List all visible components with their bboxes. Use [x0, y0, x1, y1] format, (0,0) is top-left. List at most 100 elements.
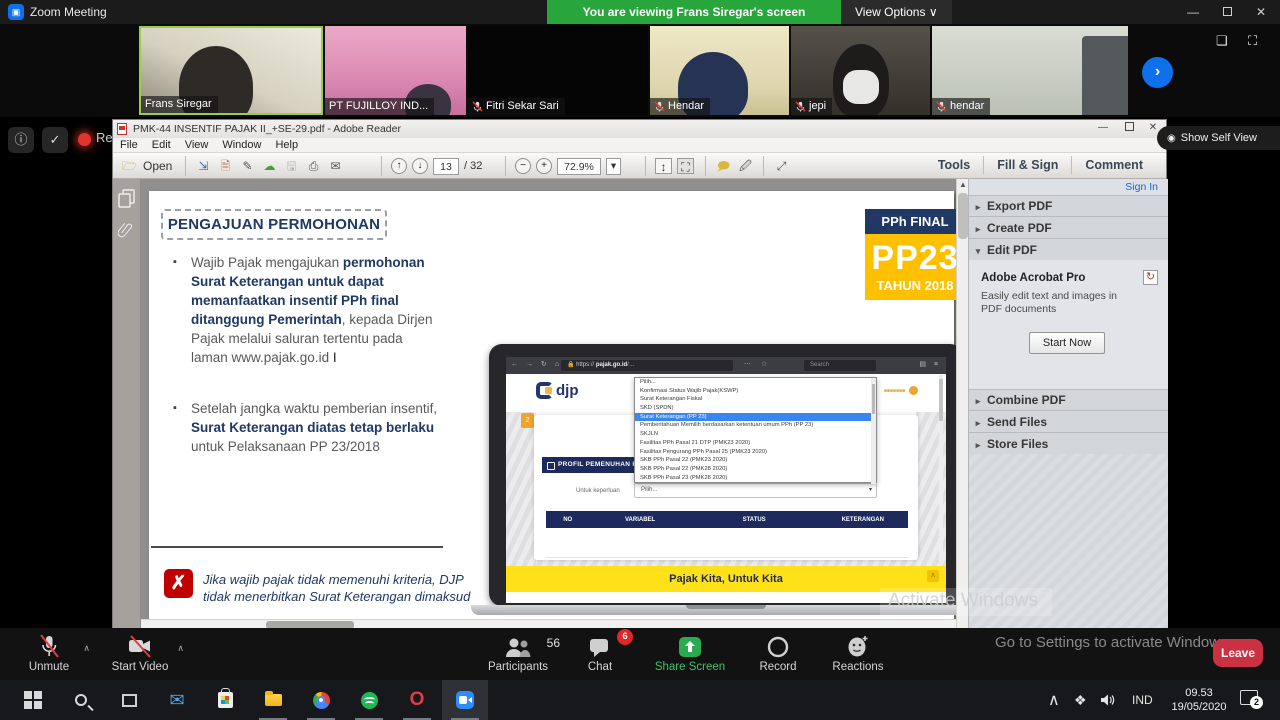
dropdown-option[interactable]: SKB PPh Pasal 23 (PMK28 2020) [635, 474, 876, 483]
maximize-button[interactable] [1212, 0, 1242, 24]
email-icon[interactable]: ✉ [327, 158, 344, 174]
file-explorer-button[interactable] [250, 680, 296, 720]
zoom-dropdown-button[interactable]: ▾ [606, 158, 621, 175]
vertical-scrollbar[interactable]: ▲ [956, 179, 968, 629]
tab-fill-sign[interactable]: Fill & Sign [983, 156, 1071, 174]
url-bar[interactable]: 🔒 https:// pajak.go.id/… [561, 360, 733, 371]
audio-options-chevron[interactable]: ∧ [83, 643, 90, 654]
menu-view[interactable]: View [178, 138, 216, 152]
fit-page-icon[interactable]: ⛶ [677, 158, 694, 174]
fullscreen-icon[interactable]: ⛶ [1248, 33, 1257, 49]
browser-nav-icons[interactable]: ← → ↻ ⌂ [511, 360, 562, 368]
show-self-view-button[interactable]: ◉Show Self View [1157, 126, 1280, 150]
combine-pdf-row[interactable]: ▸Combine PDF [969, 390, 1168, 411]
view-options-button[interactable]: View Options ∨ [841, 0, 952, 24]
create-pdf-icon[interactable]: 🗎 [217, 158, 234, 174]
reader-minimize-button[interactable]: — [1092, 122, 1114, 133]
video-options-chevron[interactable]: ∧ [177, 643, 184, 654]
dropdown-option[interactable]: SKD (SPDN) [635, 404, 876, 413]
gallery-view-icon[interactable]: ❏ [1216, 33, 1228, 49]
menu-window[interactable]: Window [215, 138, 268, 152]
participant-tile[interactable]: jepi [791, 26, 930, 115]
prev-page-button[interactable]: ↑ [391, 158, 407, 174]
dropdown-option-selected[interactable]: Surat Keterangan (PP 23) [635, 413, 876, 422]
browser-search-box[interactable]: Search [804, 360, 876, 371]
fill-sign-icon[interactable]: 🖉 [737, 158, 754, 174]
site-scrollbar[interactable] [939, 375, 943, 565]
zoom-app-button[interactable] [442, 680, 488, 720]
start-now-button[interactable]: Start Now [1029, 332, 1105, 354]
participant-tile[interactable]: Hendar [650, 26, 789, 115]
comment-bubble-icon[interactable]: 🗩 [715, 158, 732, 174]
spotify-button[interactable] [346, 680, 392, 720]
menu-edit[interactable]: Edit [145, 138, 178, 152]
edit-pdf-row[interactable]: ▾Edit PDF [969, 240, 1168, 261]
menu-help[interactable]: Help [268, 138, 305, 152]
attachments-paperclip-icon[interactable] [118, 221, 136, 243]
zoom-out-button[interactable]: − [515, 158, 531, 174]
open-button[interactable]: Open [143, 159, 172, 173]
zoom-in-button[interactable]: + [536, 158, 552, 174]
dropdown-option[interactable]: Konfirmasi Status Wajib Pajak(KSWP) [635, 387, 876, 396]
page-number-input[interactable]: 13 [433, 158, 459, 175]
tab-comment[interactable]: Comment [1071, 156, 1156, 174]
sign-in-link[interactable]: Sign In [1125, 181, 1158, 193]
search-button[interactable] [58, 680, 104, 720]
page-thumbnails-icon[interactable] [118, 189, 136, 209]
minimize-button[interactable]: — [1178, 0, 1208, 24]
participant-tile[interactable]: hendar [932, 26, 1128, 115]
start-button[interactable] [10, 680, 56, 720]
taskbar-clock[interactable]: 09.53 19/05/2020 [1168, 686, 1230, 714]
language-indicator[interactable]: IND [1132, 680, 1153, 720]
next-page-button[interactable]: ↓ [412, 158, 428, 174]
scroll-mode-icon[interactable]: ↕ [655, 158, 672, 174]
upload-cloud-icon[interactable]: ☁ [261, 158, 278, 174]
create-pdf-row[interactable]: ▸Create PDF [969, 218, 1168, 239]
volume-tray-icon[interactable] [1100, 680, 1116, 720]
reader-restore-button[interactable] [1118, 122, 1140, 134]
dropdown-option[interactable]: Fasilitas PPh Pasal 21 DTP (PMK23 2020) [635, 439, 876, 448]
browser-menu-icons[interactable]: ▤ ≡ [919, 360, 941, 368]
record-button[interactable]: Record [752, 633, 804, 673]
sign-pen-icon[interactable]: ✎ [239, 158, 256, 174]
participants-button[interactable]: 56 Participants [480, 633, 556, 673]
store-files-row[interactable]: ▸Store Files [969, 434, 1168, 455]
dropbox-tray-icon[interactable]: ❖ [1074, 680, 1087, 720]
chat-button[interactable]: 6 Chat [577, 633, 623, 673]
send-files-row[interactable]: ▸Send Files [969, 412, 1168, 433]
info-icon[interactable]: ⓘ [8, 127, 34, 153]
menu-file[interactable]: File [113, 138, 145, 152]
browser-action-icons[interactable]: ⋯ ☆ [744, 360, 771, 368]
dropdown-option[interactable]: SKB PPh Pasal 22 (PMK28 2020) [635, 465, 876, 474]
participant-tile[interactable]: Frans Siregar [139, 26, 323, 115]
convert-pdf-icon[interactable]: ⇲ [195, 158, 212, 174]
zoom-level-input[interactable]: 72.9% [557, 158, 601, 175]
shield-check-icon[interactable]: ✓ [42, 127, 68, 153]
share-screen-button[interactable]: Share Screen [650, 633, 730, 673]
dropdown-option[interactable]: SKB PPh Pasal 22 (PMK23 2020) [635, 456, 876, 465]
dropdown-scrollbar[interactable] [871, 378, 876, 484]
tab-tools[interactable]: Tools [925, 156, 983, 174]
opera-button[interactable]: O [394, 680, 440, 720]
reactions-button[interactable]: Reactions [826, 633, 890, 673]
dropdown-option[interactable]: Pilih... [635, 378, 876, 387]
store-app-button[interactable] [202, 680, 248, 720]
close-button[interactable]: ✕ [1246, 0, 1276, 24]
chrome-button[interactable] [298, 680, 344, 720]
keperluan-select[interactable]: Pilih...▾ [634, 483, 877, 498]
export-pdf-row[interactable]: ▸Export PDF [969, 196, 1168, 217]
back-to-top-button[interactable]: ∧ [927, 570, 939, 582]
dropdown-option[interactable]: Surat Keterangan Fiskal [635, 395, 876, 404]
mail-app-button[interactable]: ✉ [154, 680, 200, 720]
expand-arrows-icon[interactable]: ⤢ [773, 158, 790, 174]
task-view-button[interactable] [106, 680, 152, 720]
tray-expand-button[interactable]: ∧ [1048, 680, 1060, 720]
print-icon[interactable]: ⎙ [305, 158, 322, 174]
participant-tile[interactable]: PT FUJILLOY IND... [325, 26, 466, 115]
dropdown-option[interactable]: Fasilitas Pengurang PPh Pasal 25 (PMK23 … [635, 448, 876, 457]
unmute-button[interactable]: ∧ Unmute [16, 633, 82, 673]
participant-tile[interactable]: Fitri Sekar Sari [468, 26, 648, 115]
start-video-button[interactable]: ∧ Start Video [104, 633, 176, 673]
next-videos-button[interactable]: › [1142, 57, 1173, 88]
leave-button[interactable]: Leave [1213, 639, 1263, 667]
